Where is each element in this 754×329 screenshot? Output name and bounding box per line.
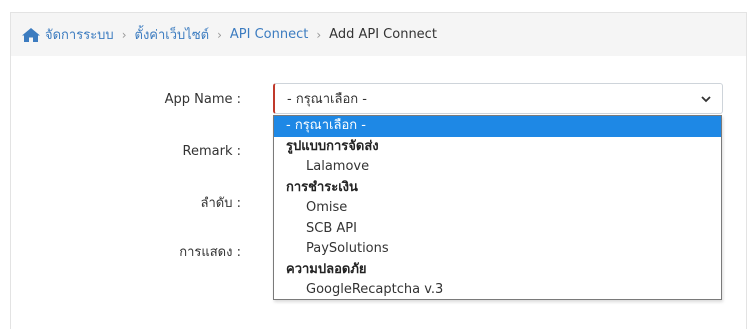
app-name-dropdown-list: - กรุณาเลือก - รูปแบบการจัดส่ง Lalamove … — [273, 115, 722, 300]
home-icon[interactable] — [21, 27, 41, 43]
dropdown-option-scb-api[interactable]: SCB API — [274, 219, 721, 240]
breadcrumb: จัดการระบบ › ตั้งค่าเว็บไซต์ › API Conne… — [10, 12, 747, 56]
dropdown-group-shipping: รูปแบบการจัดส่ง — [286, 138, 379, 154]
chevron-right-icon: › — [316, 27, 322, 42]
app-name-select[interactable]: - กรุณาเลือก - — [273, 83, 723, 114]
dropdown-option-google-recaptcha[interactable]: GoogleRecaptcha v.3 — [274, 280, 721, 301]
app-name-select-value: - กรุณาเลือก - — [287, 92, 367, 107]
dropdown-group-payment: การชำระเงิน — [286, 179, 358, 195]
chevron-right-icon: › — [217, 27, 222, 42]
breadcrumb-current: Add API Connect — [329, 27, 437, 42]
dropdown-option-paysolutions[interactable]: PaySolutions — [274, 239, 721, 260]
display-label: การแสดง : — [179, 245, 241, 260]
breadcrumb-item-system[interactable]: จัดการระบบ — [45, 24, 114, 45]
chevron-down-icon — [701, 96, 711, 103]
chevron-right-icon: › — [121, 27, 127, 42]
breadcrumb-item-api-connect[interactable]: API Connect — [230, 27, 308, 42]
dropdown-option-lalamove[interactable]: Lalamove — [274, 157, 721, 178]
app-name-label: App Name : — [164, 92, 241, 107]
order-label: ลำดับ : — [200, 196, 241, 211]
remark-label: Remark : — [182, 144, 241, 159]
breadcrumb-item-website-settings[interactable]: ตั้งค่าเว็บไซต์ — [135, 24, 210, 45]
dropdown-option-omise[interactable]: Omise — [274, 198, 721, 219]
dropdown-option-placeholder[interactable]: - กรุณาเลือก - — [274, 116, 721, 137]
dropdown-group-security: ความปลอดภัย — [286, 261, 367, 277]
